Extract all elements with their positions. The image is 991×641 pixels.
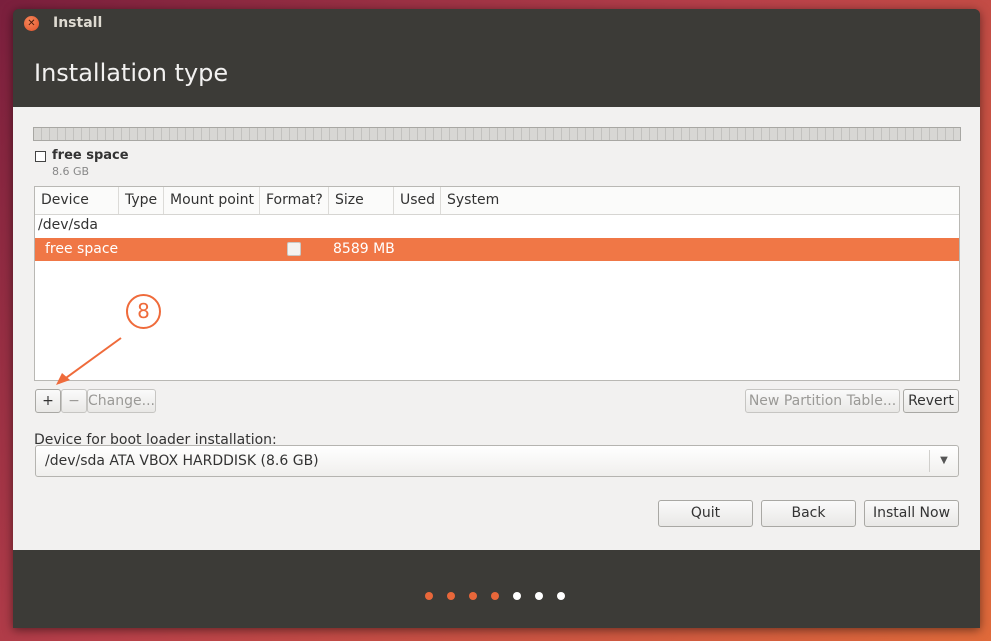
column-size[interactable]: Size <box>329 187 394 214</box>
change-partition-button[interactable]: Change... <box>87 389 156 413</box>
annotation-step-badge: 8 <box>126 294 161 329</box>
window-title: Install <box>53 15 103 31</box>
revert-button[interactable]: Revert <box>903 389 959 413</box>
remove-partition-button[interactable]: − <box>61 389 87 413</box>
legend-size: 8.6 GB <box>52 165 90 178</box>
progress-dot <box>491 592 499 600</box>
column-format[interactable]: Format? <box>260 187 329 214</box>
table-row-device[interactable]: /dev/sda <box>38 217 98 233</box>
back-button[interactable]: Back <box>761 500 856 527</box>
progress-dots <box>425 585 579 604</box>
footer <box>13 550 980 628</box>
row-device-name: free space <box>45 241 119 257</box>
legend-label: free space <box>52 148 129 163</box>
row-size: 8589 MB <box>333 241 395 257</box>
dropdown-arrow-icon[interactable]: ▼ <box>929 450 958 472</box>
new-partition-table-button[interactable]: New Partition Table... <box>745 389 900 413</box>
progress-dot <box>425 592 433 600</box>
titlebar: ✕ Install <box>13 9 980 37</box>
disk-usage-bar <box>33 127 961 141</box>
content-area: free space 8.6 GB Device Type Mount poin… <box>13 107 980 550</box>
quit-button[interactable]: Quit <box>658 500 753 527</box>
column-system[interactable]: System <box>441 187 959 214</box>
column-device[interactable]: Device <box>35 187 119 214</box>
column-used[interactable]: Used <box>394 187 441 214</box>
close-icon[interactable]: ✕ <box>24 16 39 31</box>
partition-table: Device Type Mount point Format? Size Use… <box>34 186 960 381</box>
table-header: Device Type Mount point Format? Size Use… <box>35 187 959 215</box>
column-mount-point[interactable]: Mount point <box>164 187 260 214</box>
annotation-arrow-icon <box>56 337 122 385</box>
format-checkbox[interactable] <box>287 242 301 256</box>
install-now-button[interactable]: Install Now <box>864 500 959 527</box>
progress-dot <box>557 592 565 600</box>
add-partition-button[interactable]: + <box>35 389 61 413</box>
installer-window: ✕ Install Installation type free space 8… <box>13 9 980 628</box>
page-title: Installation type <box>34 59 229 87</box>
header: Installation type <box>13 37 980 107</box>
progress-dot <box>447 592 455 600</box>
progress-dot <box>535 592 543 600</box>
progress-dot <box>513 592 521 600</box>
column-type[interactable]: Type <box>119 187 164 214</box>
table-row-selected[interactable]: free space 8589 MB <box>35 238 959 261</box>
progress-dot <box>469 592 477 600</box>
boot-loader-value: /dev/sda ATA VBOX HARDDISK (8.6 GB) <box>45 453 319 469</box>
boot-loader-select[interactable]: /dev/sda ATA VBOX HARDDISK (8.6 GB) ▼ <box>35 445 959 477</box>
free-space-swatch <box>35 151 46 162</box>
